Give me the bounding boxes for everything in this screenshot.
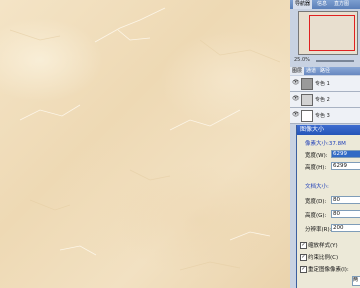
document-canvas[interactable]	[0, 0, 290, 288]
resample-method-select[interactable]: 两	[352, 276, 360, 286]
eye-icon[interactable]: 👁	[292, 96, 300, 102]
layer-thumbnail	[301, 110, 313, 122]
view-box[interactable]	[309, 15, 355, 51]
layer-thumbnail	[301, 94, 313, 106]
zoom-slider[interactable]	[316, 60, 354, 62]
document-size-label: 文档大小:	[305, 184, 329, 190]
width-label: 宽度(W):	[305, 153, 328, 159]
check-icon: ✓	[300, 242, 307, 249]
layer-row[interactable]: 👁 专色 2	[290, 92, 360, 108]
marble-veins	[9, 7, 281, 271]
constrain-label: 约束比例(C)	[308, 255, 339, 261]
pixel-height-input[interactable]: 6299	[331, 162, 360, 170]
check-icon: ✓	[300, 254, 307, 261]
tab-paths[interactable]: 路径	[318, 67, 332, 75]
navigator-preview[interactable]	[298, 11, 358, 55]
tab-channels[interactable]: 通道	[304, 67, 318, 75]
eye-icon[interactable]: 👁	[292, 80, 300, 86]
eye-icon[interactable]: 👁	[292, 112, 300, 118]
resample-checkbox[interactable]: ✓ 重定图像像素(I):	[300, 265, 349, 273]
layers-tabbar: 图层 通道 路径	[290, 67, 360, 75]
tab-histogram[interactable]: 直方图	[332, 0, 351, 9]
navigator-tabbar: 导航器 信息 直方图	[290, 0, 360, 9]
layer-name: 专色 1	[315, 81, 330, 87]
image-size-dialog: 图像大小 像素大小:37.8M 宽度(W): 6299 高度(H): 6299 …	[296, 125, 360, 288]
tab-layers[interactable]: 图层	[290, 67, 305, 75]
check-icon: ✓	[300, 266, 307, 273]
layer-name: 专色 2	[315, 97, 330, 103]
doc-height-label: 高度(G):	[305, 213, 327, 219]
resolution-label: 分辨率(R):	[305, 227, 332, 233]
pixel-dimensions-label: 像素大小:37.8M	[305, 141, 346, 147]
zoom-value[interactable]: 25.0%	[294, 57, 310, 63]
tab-info[interactable]: 信息	[315, 0, 329, 9]
layer-thumbnail	[301, 78, 313, 90]
doc-width-label: 宽度(D):	[305, 199, 327, 205]
zoom-row: 25.0%	[294, 57, 358, 65]
pixel-width-input[interactable]: 6299	[331, 150, 360, 158]
scale-styles-checkbox[interactable]: ✓ 缩放样式(Y)	[300, 241, 338, 249]
layer-name: 专色 3	[315, 113, 330, 119]
resolution-input[interactable]: 200	[331, 224, 360, 232]
height-label: 高度(H):	[305, 165, 327, 171]
layer-row[interactable]: 👁 专色 3	[290, 108, 360, 124]
layer-row[interactable]: 👁 专色 1	[290, 76, 360, 92]
doc-height-input[interactable]: 80	[331, 210, 360, 218]
dialog-title[interactable]: 图像大小	[297, 125, 360, 135]
resample-label: 重定图像像素(I):	[308, 267, 349, 273]
tab-navigator[interactable]: 导航器	[293, 0, 313, 9]
constrain-proportions-checkbox[interactable]: ✓ 约束比例(C)	[300, 253, 338, 261]
scale-styles-label: 缩放样式(Y)	[308, 243, 338, 249]
doc-width-input[interactable]: 80	[331, 196, 360, 204]
